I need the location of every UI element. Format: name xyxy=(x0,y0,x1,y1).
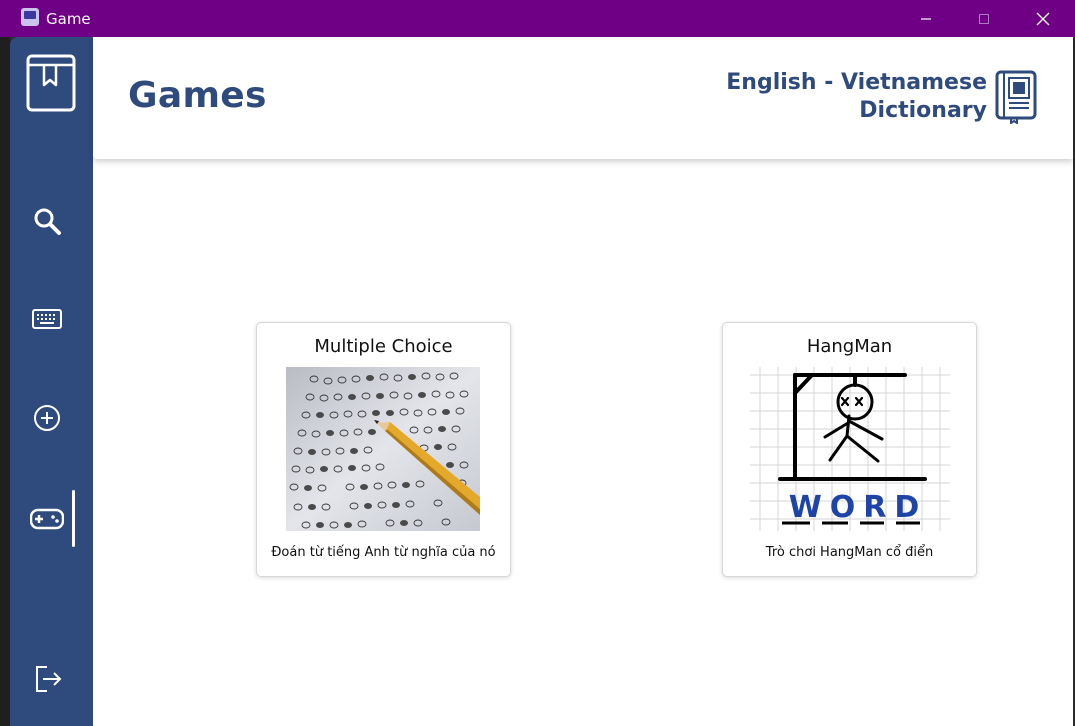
brand-title: English - Vietnamese Dictionary xyxy=(726,69,987,125)
close-icon xyxy=(1036,12,1050,25)
gamepad-icon[interactable] xyxy=(27,501,67,537)
keyboard-icon[interactable] xyxy=(29,301,65,337)
main-content: Games English - Vietnamese Dictionary Mu… xyxy=(93,37,1073,726)
page-title: Games xyxy=(128,75,267,116)
close-button[interactable] xyxy=(1014,0,1072,37)
minimize-icon xyxy=(921,17,931,20)
game-card-hangman[interactable]: HangMan WORD Trò chơi HangMan cổ điển xyxy=(722,322,977,577)
sidebar xyxy=(10,37,93,726)
title-bar: Game xyxy=(0,0,1075,37)
search-icon[interactable] xyxy=(29,203,65,239)
brand-line-2: Dictionary xyxy=(859,98,987,123)
dictionary-book-icon xyxy=(995,70,1037,125)
game-description: Đoán từ tiếng Anh từ nghĩa của nó xyxy=(271,545,496,560)
active-nav-indicator xyxy=(72,490,75,547)
game-card-multiple-choice[interactable]: Multiple Choice Đoán từ tiếng Anh từ ngh… xyxy=(256,322,511,577)
hangman-word-text: WORD xyxy=(789,490,928,525)
add-circle-icon[interactable] xyxy=(29,400,65,436)
hangman-image: WORD xyxy=(750,367,950,531)
page-header: Games English - Vietnamese Dictionary xyxy=(93,37,1073,159)
maximize-icon xyxy=(979,13,989,24)
logout-icon[interactable] xyxy=(31,661,65,697)
game-description: Trò chơi HangMan cổ điển xyxy=(765,545,934,560)
brand-line-1: English - Vietnamese xyxy=(726,70,987,95)
game-title: Multiple Choice xyxy=(314,336,453,357)
game-title: HangMan xyxy=(806,336,893,357)
minimize-button[interactable] xyxy=(897,0,955,37)
window-title: Game xyxy=(46,10,91,28)
answer-sheet-image xyxy=(286,367,480,531)
app-icon xyxy=(21,8,39,26)
bookmark-book-icon[interactable] xyxy=(25,53,77,113)
maximize-button[interactable] xyxy=(955,0,1013,37)
window-edge xyxy=(0,37,10,726)
